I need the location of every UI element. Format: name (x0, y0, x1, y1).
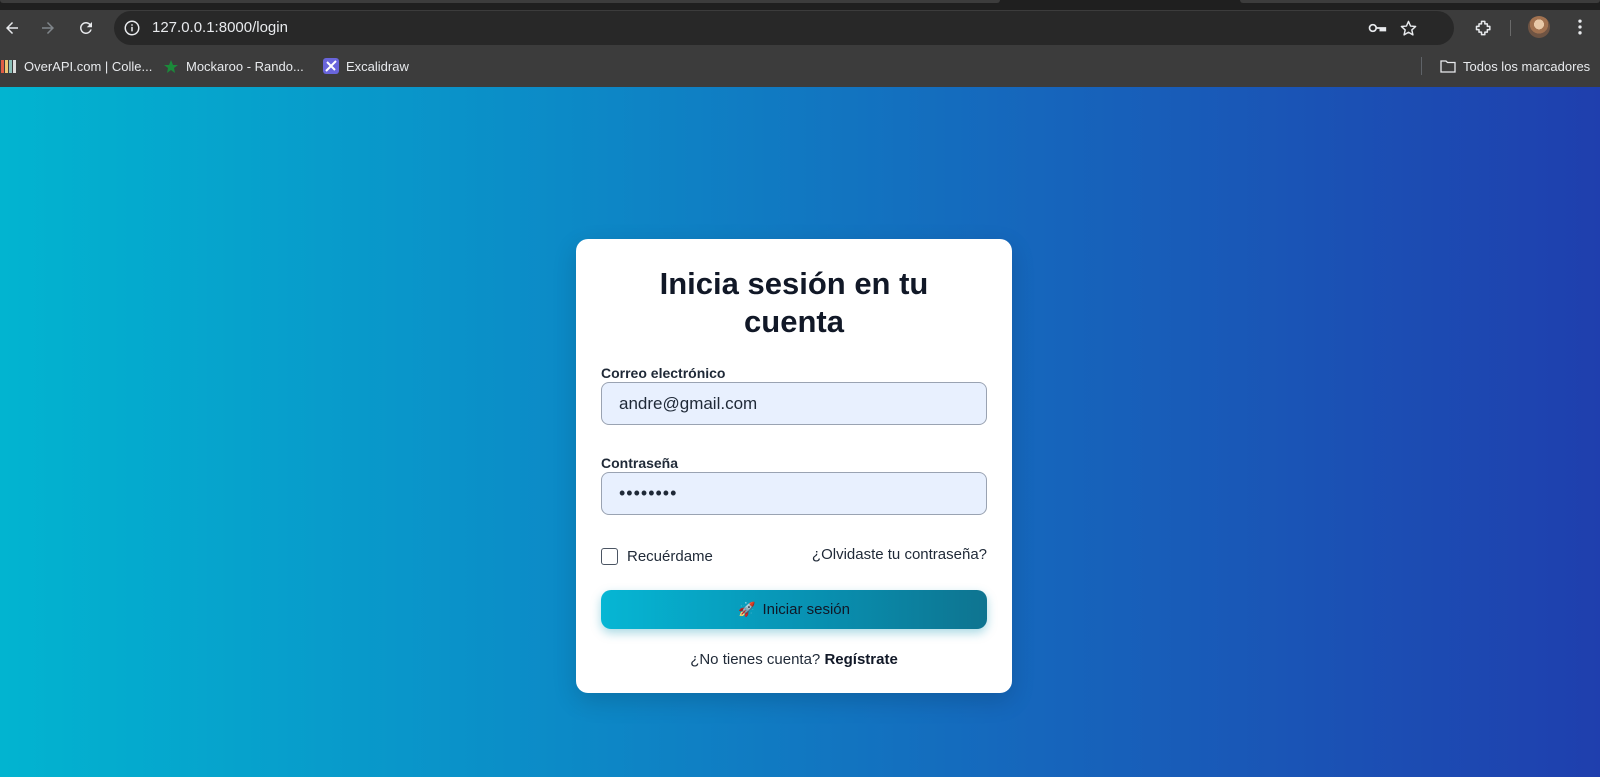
excalidraw-favicon-icon (323, 58, 339, 74)
bookmark-overapi[interactable]: OverAPI.com | Colle... (1, 56, 152, 76)
forward-button[interactable] (34, 14, 62, 42)
password-field[interactable] (601, 472, 987, 515)
folder-icon (1440, 60, 1456, 73)
toolbar-divider (1510, 20, 1511, 36)
bookmarks-divider (1421, 57, 1422, 75)
bookmark-label: OverAPI.com | Colle... (24, 58, 153, 74)
forward-arrow-icon (42, 22, 54, 34)
all-bookmarks-folder[interactable]: Todos los marcadores (1440, 56, 1590, 76)
all-bookmarks-label: Todos los marcadores (1463, 58, 1591, 74)
bookmarks-bar: OverAPI.com | Colle... Mockaroo - Rando.… (0, 46, 1600, 87)
extensions-puzzle-icon[interactable] (1473, 17, 1495, 39)
rocket-icon: 🚀 (738, 601, 756, 617)
email-label: Correo electrónico (601, 365, 726, 381)
url-text[interactable]: 127.0.0.1:8000/login (152, 19, 288, 36)
bookmark-mockaroo[interactable]: Mockaroo - Rando... (163, 56, 304, 76)
remember-label: Recuérdame (627, 547, 713, 565)
bookmark-excalidraw[interactable]: Excalidraw (323, 56, 409, 76)
back-arrow-icon (6, 22, 18, 34)
mockaroo-favicon-icon (164, 60, 178, 73)
register-link[interactable]: Regístrate (824, 651, 897, 668)
reload-button[interactable] (72, 14, 100, 42)
signup-prompt: ¿No tienes cuenta? Regístrate (576, 651, 1012, 668)
profile-avatar[interactable] (1528, 16, 1550, 38)
back-button[interactable] (0, 14, 26, 42)
reload-icon (79, 21, 92, 34)
password-key-icon[interactable] (1366, 18, 1388, 38)
remember-checkbox[interactable] (601, 547, 618, 565)
bookmark-label: Mockaroo - Rando... (186, 58, 304, 74)
email-field[interactable] (601, 382, 987, 425)
tab-strip (0, 0, 1600, 10)
active-tab[interactable] (0, 0, 1000, 3)
forgot-password-link[interactable]: ¿Olvidaste tu contraseña? (812, 546, 987, 563)
browser-tab[interactable] (1240, 0, 1600, 3)
page-title: Inicia sesión en tu cuenta (659, 266, 929, 339)
remember-me[interactable]: Recuérdame (601, 547, 713, 565)
bookmark-label: Excalidraw (346, 58, 409, 74)
signup-prompt-text: ¿No tienes cuenta? (690, 651, 821, 668)
browser-menu-icon[interactable] (1570, 16, 1590, 38)
login-page-background: Inicia sesión en tu cuenta Correo electr… (0, 87, 1600, 777)
overapi-favicon-icon (1, 60, 16, 73)
site-info-icon[interactable] (122, 18, 142, 38)
login-button-label: Iniciar sesión (762, 601, 850, 618)
bookmark-star-icon[interactable] (1398, 18, 1418, 38)
password-label: Contraseña (601, 455, 679, 471)
browser-toolbar: 127.0.0.1:8000/login (0, 10, 1600, 46)
login-card: Inicia sesión en tu cuenta Correo electr… (576, 239, 1012, 693)
address-bar[interactable]: 127.0.0.1:8000/login (114, 11, 1454, 45)
login-button[interactable]: 🚀 Iniciar sesión (601, 590, 987, 629)
